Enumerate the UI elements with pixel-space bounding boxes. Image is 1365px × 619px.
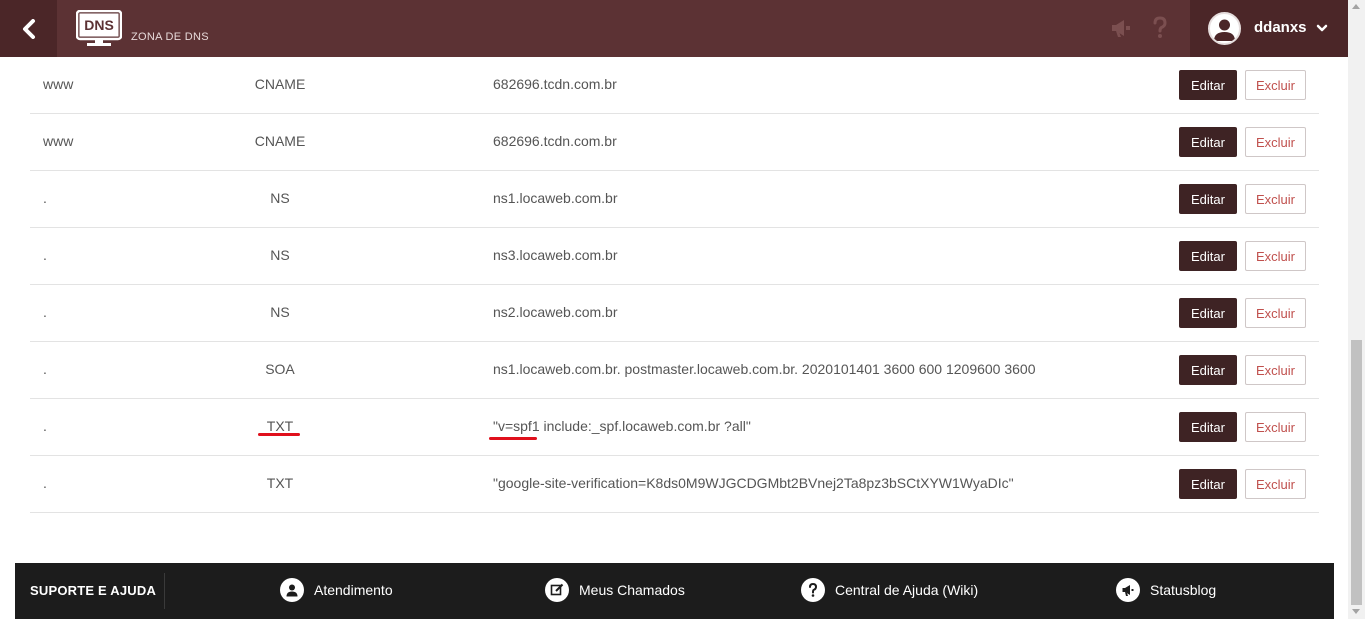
footer-link-label: Statusblog	[1150, 582, 1217, 598]
chevron-down-icon	[1316, 24, 1328, 32]
record-name: .	[43, 190, 47, 206]
footer-link-central-ajuda[interactable]: Central de Ajuda (Wiki)	[801, 578, 978, 602]
edit-icon	[545, 578, 569, 602]
record-value: "google-site-verification=K8ds0M9WJGCDGM…	[493, 475, 1014, 491]
table-row: . SOA ns1.locaweb.com.br. postmaster.loc…	[30, 342, 1319, 399]
record-name: www	[43, 133, 74, 149]
edit-button[interactable]: Editar	[1179, 241, 1237, 271]
footer-link-meus-chamados[interactable]: Meus Chamados	[545, 578, 685, 602]
record-name: .	[43, 247, 47, 263]
delete-button[interactable]: Excluir	[1245, 70, 1306, 100]
scroll-down-arrow-icon[interactable]	[1352, 609, 1360, 614]
record-value: ns2.locaweb.com.br	[493, 304, 618, 320]
table-row: www CNAME 682696.tcdn.com.br Editar Excl…	[30, 57, 1319, 114]
edit-button[interactable]: Editar	[1179, 70, 1237, 100]
record-value: ns1.locaweb.com.br	[493, 190, 618, 206]
delete-button[interactable]: Excluir	[1245, 412, 1306, 442]
edit-button[interactable]: Editar	[1179, 469, 1237, 499]
record-name: .	[43, 475, 47, 491]
delete-button[interactable]: Excluir	[1245, 241, 1306, 271]
user-name: ddanxs	[1254, 19, 1307, 36]
vertical-scrollbar[interactable]	[1348, 0, 1365, 619]
delete-button[interactable]: Excluir	[1245, 355, 1306, 385]
footer-link-label: Atendimento	[314, 582, 393, 598]
footer-link-atendimento[interactable]: Atendimento	[280, 578, 393, 602]
footer-title: SUPORTE E AJUDA	[30, 583, 157, 598]
record-name: www	[43, 76, 74, 92]
table-row: . NS ns3.locaweb.com.br Editar Excluir	[30, 228, 1319, 285]
logo-text: DNS	[84, 17, 114, 33]
megaphone-icon	[1116, 578, 1140, 602]
record-name: .	[43, 304, 47, 320]
chevron-left-icon	[22, 18, 35, 39]
record-type: NS	[270, 304, 290, 320]
table-row: www CNAME 682696.tcdn.com.br Editar Excl…	[30, 114, 1319, 171]
table-row: . TXT "google-site-verification=K8ds0M9W…	[30, 456, 1319, 513]
edit-button[interactable]: Editar	[1179, 355, 1237, 385]
record-type: TXT	[266, 418, 294, 434]
record-value: 682696.tcdn.com.br	[493, 133, 617, 149]
table-row: . TXT "v=spf1 include:_spf.locaweb.com.b…	[30, 399, 1319, 456]
page-title: ZONA DE DNS	[131, 31, 209, 43]
record-name: .	[43, 361, 47, 377]
record-type: NS	[270, 190, 290, 206]
help-icon[interactable]	[1147, 14, 1173, 42]
scrollbar-thumb[interactable]	[1351, 340, 1362, 605]
record-value: 682696.tcdn.com.br	[493, 76, 617, 92]
record-type: TXT	[266, 475, 294, 491]
question-icon	[801, 578, 825, 602]
user-menu[interactable]: ddanxs	[1190, 0, 1348, 57]
delete-button[interactable]: Excluir	[1245, 298, 1306, 328]
record-value: ns1.locaweb.com.br. postmaster.locaweb.c…	[493, 361, 1036, 377]
back-button[interactable]	[0, 0, 57, 57]
user-avatar-icon	[1214, 19, 1235, 41]
avatar	[1208, 12, 1241, 45]
user-icon	[280, 578, 304, 602]
footer-link-statusblog[interactable]: Statusblog	[1116, 578, 1216, 602]
delete-button[interactable]: Excluir	[1245, 127, 1306, 157]
table-row: . NS ns1.locaweb.com.br Editar Excluir	[30, 171, 1319, 228]
footer-divider	[164, 573, 165, 609]
footer-link-label: Meus Chamados	[579, 582, 685, 598]
highlight-underline	[258, 433, 300, 436]
edit-button[interactable]: Editar	[1179, 298, 1237, 328]
record-value: "v=spf1 include:_spf.locaweb.com.br ?all…	[493, 418, 751, 434]
record-type: CNAME	[254, 133, 306, 149]
delete-button[interactable]: Excluir	[1245, 469, 1306, 499]
table-row: . NS ns2.locaweb.com.br Editar Excluir	[30, 285, 1319, 342]
dns-logo-icon: DNS	[75, 9, 123, 48]
record-type: SOA	[265, 361, 295, 377]
record-name: .	[43, 418, 47, 434]
footer-link-label: Central de Ajuda (Wiki)	[835, 582, 979, 598]
highlight-underline	[489, 437, 537, 440]
edit-button[interactable]: Editar	[1179, 127, 1237, 157]
scroll-up-arrow-icon[interactable]	[1352, 4, 1360, 9]
record-type: CNAME	[254, 76, 306, 92]
delete-button[interactable]: Excluir	[1245, 184, 1306, 214]
top-header: DNS ZONA DE DNS ddanxs	[0, 0, 1348, 57]
megaphone-icon[interactable]	[1108, 14, 1134, 42]
record-type: NS	[270, 247, 290, 263]
edit-button[interactable]: Editar	[1179, 412, 1237, 442]
support-footer: SUPORTE E AJUDA Atendimento Meus Chamado…	[15, 563, 1334, 619]
edit-button[interactable]: Editar	[1179, 184, 1237, 214]
record-value: ns3.locaweb.com.br	[493, 247, 618, 263]
dns-records-table: www CNAME 682696.tcdn.com.br Editar Excl…	[30, 57, 1319, 513]
